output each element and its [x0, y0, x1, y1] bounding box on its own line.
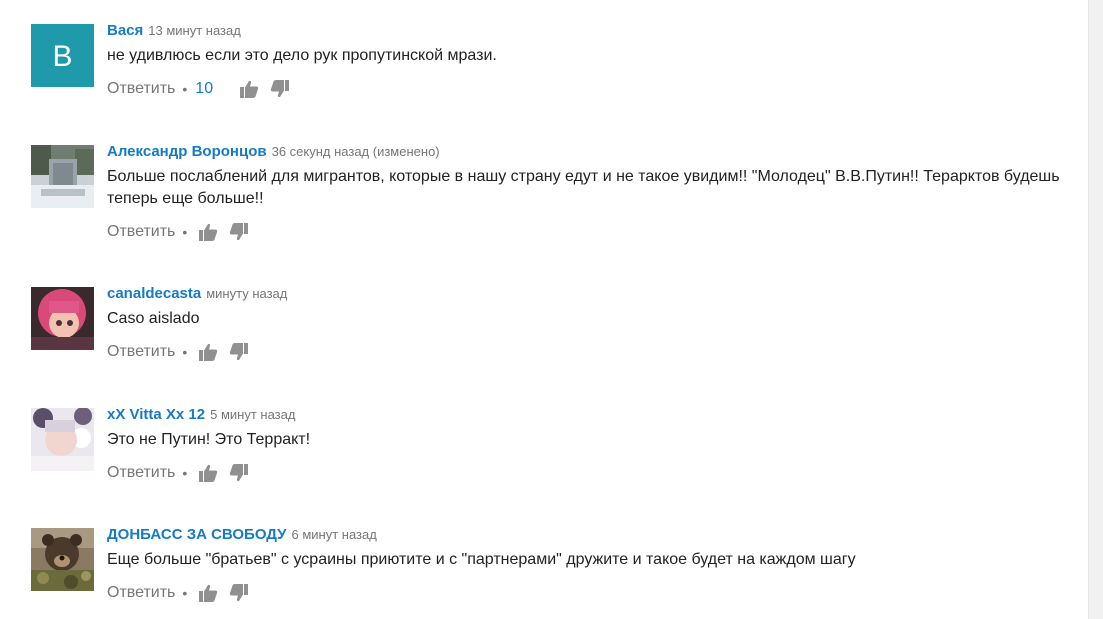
- thumbs-up-icon[interactable]: [198, 463, 218, 483]
- comment-header: ДОНБАСС ЗА СВОБОДУ 6 минут назад: [107, 525, 1071, 545]
- comment-timestamp[interactable]: 6 минут назад: [292, 527, 377, 542]
- comment-timestamp[interactable]: 13 минут назад: [148, 23, 241, 38]
- comment-header: canaldecasta минуту назад: [107, 284, 1071, 304]
- avatar-photo-bear: [31, 528, 94, 591]
- avatar[interactable]: [31, 528, 94, 591]
- avatar[interactable]: B: [31, 24, 94, 87]
- author-name[interactable]: ДОНБАСС ЗА СВОБОДУ: [107, 526, 287, 543]
- comment-header: xX Vitta Xx 12 5 минут назад: [107, 405, 1071, 425]
- separator-dot: •: [182, 344, 188, 360]
- avatar-photo-girl: [31, 408, 94, 471]
- avatar[interactable]: [31, 287, 94, 350]
- avatar-photo-anime: [31, 287, 94, 350]
- separator-dot: •: [182, 585, 188, 601]
- comment-timestamp[interactable]: 36 секунд назад (изменено): [272, 144, 440, 159]
- thumbs-up-icon[interactable]: [239, 79, 259, 99]
- separator-dot: •: [182, 224, 188, 240]
- comment-content: ДОНБАСС ЗА СВОБОДУ 6 минут назад Еще боль…: [107, 525, 1071, 604]
- author-name[interactable]: Александр Воронцов: [107, 143, 267, 160]
- comment-content: xX Vitta Xx 12 5 минут назад Это не Путин…: [107, 405, 1071, 484]
- separator-dot: •: [182, 465, 188, 481]
- separator-dot: •: [182, 81, 188, 97]
- comment-actions: Ответить •: [107, 582, 1071, 604]
- thumbs-down-icon[interactable]: [229, 583, 249, 603]
- comment-text: Caso aislado: [107, 310, 200, 327]
- reply-button[interactable]: Ответить: [107, 78, 175, 100]
- comment-content: Александр Воронцов 36 секунд назад (измен…: [107, 142, 1071, 243]
- author-name[interactable]: Вася: [107, 22, 143, 39]
- comment-text: Еще больше "братьев" с усраины приютите …: [107, 551, 856, 568]
- reply-button[interactable]: Ответить: [107, 221, 175, 243]
- reply-button[interactable]: Ответить: [107, 582, 175, 604]
- avatar[interactable]: [31, 408, 94, 471]
- comment-header: Вася 13 минут назад: [107, 21, 1071, 41]
- thumbs-up-icon[interactable]: [198, 583, 218, 603]
- comment-actions: Ответить •: [107, 462, 1071, 484]
- comment-text: Это не Путин! Это Терракт!: [107, 431, 311, 448]
- thumbs-down-icon[interactable]: [270, 79, 290, 99]
- author-name[interactable]: xX Vitta Xx 12: [107, 406, 205, 423]
- avatar-photo-monument: [31, 145, 94, 208]
- reply-button[interactable]: Ответить: [107, 341, 175, 363]
- thumbs-down-icon[interactable]: [229, 342, 249, 362]
- comment-actions: Ответить •: [107, 221, 1071, 243]
- comment-actions: Ответить • 10: [107, 78, 1071, 100]
- comment-actions: Ответить •: [107, 341, 1071, 363]
- comment-timestamp[interactable]: 5 минут назад: [210, 407, 295, 422]
- comment-header: Александр Воронцов 36 секунд назад (измен…: [107, 142, 1071, 162]
- comment-text: не удивлюсь если это дело рук пропутинск…: [107, 47, 497, 64]
- comment-content: Вася 13 минут назад не удивлюсь если это …: [107, 21, 1071, 100]
- thumbs-up-icon[interactable]: [198, 342, 218, 362]
- thumbs-down-icon[interactable]: [229, 463, 249, 483]
- thumbs-down-icon[interactable]: [229, 222, 249, 242]
- avatar-letter-image: B: [31, 24, 94, 87]
- reply-button[interactable]: Ответить: [107, 462, 175, 484]
- comment-text: Больше послаблений для мигрантов, которы…: [107, 168, 1060, 207]
- avatar[interactable]: [31, 145, 94, 208]
- thumbs-up-icon[interactable]: [198, 222, 218, 242]
- comment-content: canaldecasta минуту назад Caso aislado От…: [107, 284, 1071, 363]
- like-count: 10: [195, 80, 214, 97]
- avatar-letter: B: [52, 40, 72, 73]
- author-name[interactable]: canaldecasta: [107, 285, 201, 302]
- page-edge: [1088, 0, 1103, 619]
- comment-timestamp[interactable]: минуту назад: [206, 286, 287, 301]
- comments-page: B Вася 13 минут назад не удивлюсь если эт…: [0, 0, 1103, 619]
